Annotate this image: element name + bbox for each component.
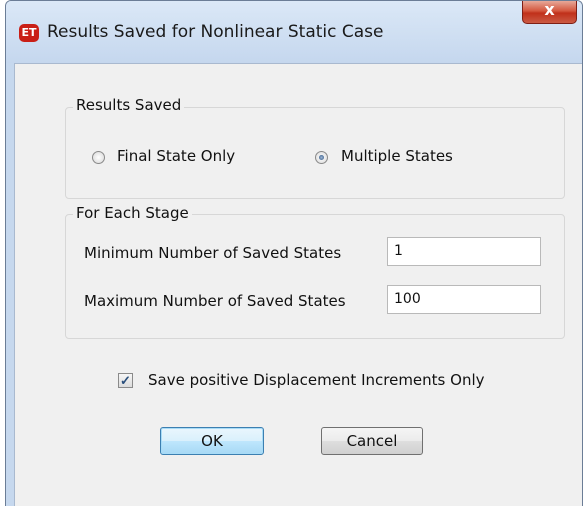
close-icon: x [544, 0, 555, 19]
dialog-client-area: Results Saved Final State Only Multiple … [14, 63, 582, 506]
cancel-button[interactable]: Cancel [321, 427, 423, 455]
positive-increments-checkbox[interactable]: ✓ [118, 373, 133, 388]
multiple-states-label[interactable]: Multiple States [341, 147, 453, 165]
max-saved-states-input[interactable]: 100 [387, 285, 541, 314]
close-button[interactable]: x [522, 1, 577, 24]
for-each-stage-group [65, 214, 565, 339]
final-state-only-radio[interactable] [92, 151, 105, 164]
for-each-stage-group-title: For Each Stage [73, 204, 192, 222]
max-saved-states-label: Maximum Number of Saved States [84, 292, 346, 310]
min-saved-states-input[interactable]: 1 [387, 237, 541, 266]
final-state-only-label[interactable]: Final State Only [117, 147, 235, 165]
etabs-app-icon: ET [19, 24, 39, 42]
results-saved-group-title: Results Saved [73, 96, 185, 114]
multiple-states-radio[interactable] [315, 151, 328, 164]
min-saved-states-label: Minimum Number of Saved States [84, 244, 342, 262]
title-bar[interactable]: ET Results Saved for Nonlinear Static Ca… [6, 1, 582, 63]
positive-increments-label[interactable]: Save positive Displacement Increments On… [148, 371, 485, 389]
ok-button[interactable]: OK [160, 427, 264, 455]
dialog-window: ET Results Saved for Nonlinear Static Ca… [5, 0, 583, 506]
dialog-title: Results Saved for Nonlinear Static Case [47, 22, 384, 42]
